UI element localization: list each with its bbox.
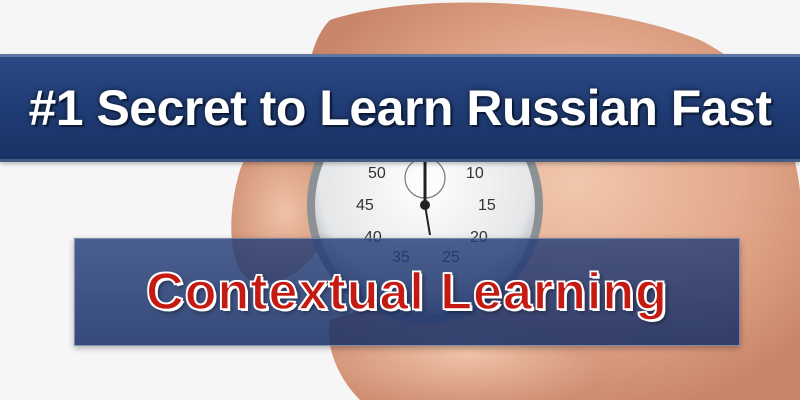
title-banner: #1 Secret to Learn Russian Fast — [0, 54, 800, 162]
headline-text: #1 Secret to Learn Russian Fast — [28, 80, 772, 136]
dial-number: 50 — [368, 165, 386, 182]
dial-number: 10 — [466, 165, 484, 182]
dial-number: 15 — [478, 197, 496, 214]
subhead-text: Contextual Learning — [145, 262, 668, 322]
dial-number: 45 — [356, 197, 374, 214]
thumbnail-canvas: 50 10 45 15 40 20 35 25 #1 Secret to Lea… — [0, 0, 800, 400]
subtitle-banner: Contextual Learning — [74, 238, 740, 346]
